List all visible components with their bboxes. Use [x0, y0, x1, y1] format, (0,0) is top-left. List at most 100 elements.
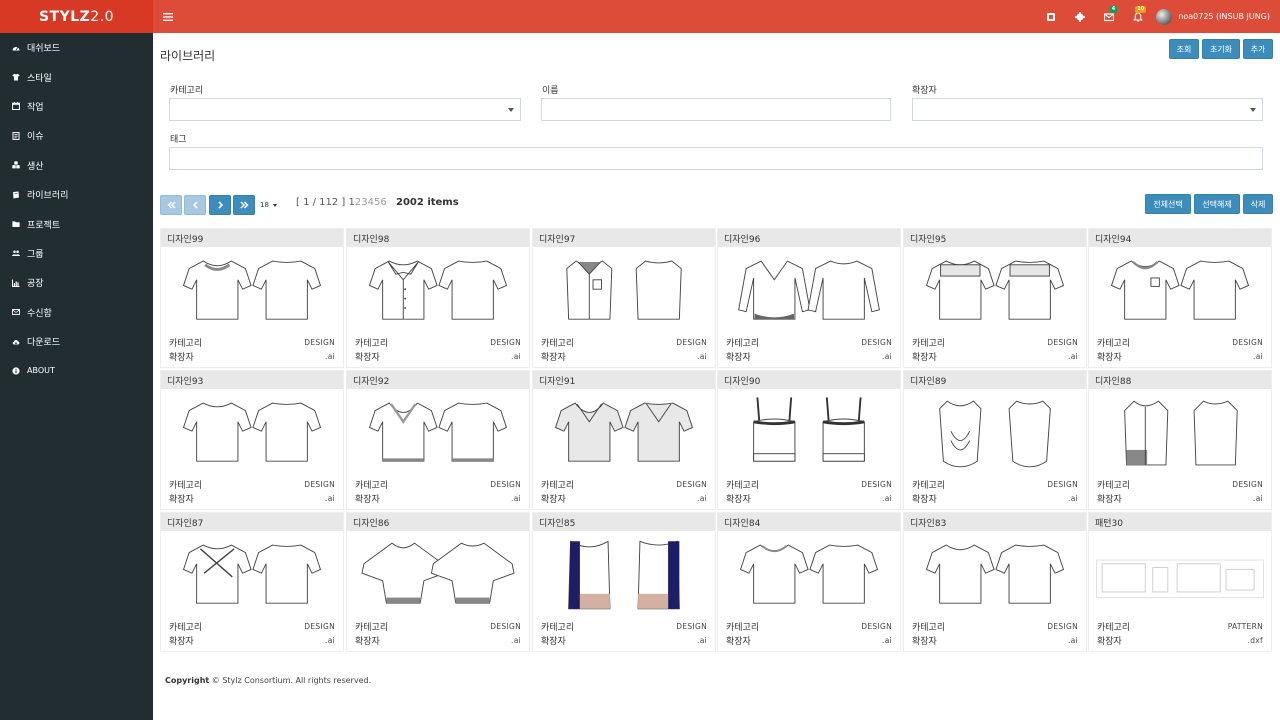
- card-thumbnail[interactable]: [161, 533, 343, 619]
- library-card[interactable]: 디자인97 카테고리 DESIGN 확장자 .ai: [532, 228, 716, 368]
- library-card[interactable]: 디자인93 카테고리 DESIGN 확장자 .ai: [160, 370, 344, 510]
- card-title-text: 디자인98: [353, 234, 390, 245]
- bell-icon[interactable]: 10: [1123, 0, 1152, 33]
- extension-select[interactable]: [912, 98, 1263, 121]
- card-title[interactable]: 디자인94: [1089, 229, 1271, 247]
- library-card[interactable]: 디자인94 카테고리 DESIGN 확장자 .ai: [1088, 228, 1272, 368]
- card-title[interactable]: 디자인89: [904, 371, 1086, 389]
- library-card[interactable]: 디자인88 카테고리 DESIGN 확장자 .ai: [1088, 370, 1272, 510]
- library-card[interactable]: 디자인84 카테고리 DESIGN 확장자 .ai: [717, 512, 901, 652]
- sidebar-item-production[interactable]: 생산: [0, 151, 153, 180]
- deselect-button[interactable]: 선택해제: [1194, 194, 1240, 214]
- next-page-button[interactable]: [209, 195, 231, 215]
- sidebar-item-issue[interactable]: 이슈: [0, 121, 153, 150]
- page-size-select[interactable]: 18: [258, 195, 285, 215]
- card-title[interactable]: 디자인96: [718, 229, 900, 247]
- card-thumbnail[interactable]: [347, 249, 529, 335]
- library-card[interactable]: 디자인85 카테고리 DESIGN 확장자 .ai: [532, 512, 716, 652]
- card-thumbnail[interactable]: [904, 249, 1086, 335]
- card-extension-label: 확장자: [1097, 636, 1122, 647]
- card-thumbnail[interactable]: [718, 249, 900, 335]
- library-card[interactable]: 디자인87 카테고리 DESIGN 확장자 .ai: [160, 512, 344, 652]
- card-title[interactable]: 디자인85: [533, 513, 715, 531]
- card-title[interactable]: 패턴30: [1089, 513, 1271, 531]
- library-card[interactable]: 디자인99 카테고리 DESIGN 확장자 .ai: [160, 228, 344, 368]
- sidebar-item-style[interactable]: 스타일: [0, 62, 153, 91]
- card-title[interactable]: 디자인98: [347, 229, 529, 247]
- library-card[interactable]: 디자인98 카테고리 DESIGN 확장자 .ai: [346, 228, 530, 368]
- library-card[interactable]: 디자인83 카테고리 DESIGN 확장자 .ai: [903, 512, 1087, 652]
- top-navbar: 4 10 noa0725 (INSUB JUNG): [153, 0, 1280, 33]
- card-title[interactable]: 디자인90: [718, 371, 900, 389]
- name-input[interactable]: [541, 98, 891, 121]
- page-link[interactable]: 6: [380, 197, 386, 208]
- library-card[interactable]: 디자인91 카테고리 DESIGN 확장자 .ai: [532, 370, 716, 510]
- user-menu[interactable]: noa0725 (INSUB JUNG): [1156, 8, 1270, 25]
- tag-input[interactable]: [169, 147, 1263, 170]
- mail-icon[interactable]: 4: [1094, 0, 1123, 33]
- card-extension-row: 확장자 .ai: [726, 634, 892, 647]
- card-title[interactable]: 디자인91: [533, 371, 715, 389]
- prev-page-button[interactable]: [184, 195, 206, 215]
- card-thumbnail[interactable]: [1089, 533, 1271, 619]
- add-button[interactable]: 추가: [1243, 39, 1273, 59]
- sidebar-item-task[interactable]: 작업: [0, 92, 153, 121]
- card-title[interactable]: 디자인97: [533, 229, 715, 247]
- card-category-row: 카테고리 DESIGN: [169, 478, 335, 491]
- reset-button[interactable]: 초기화: [1202, 39, 1240, 59]
- card-title[interactable]: 디자인84: [718, 513, 900, 531]
- sidebar-item-about[interactable]: ABOUT: [0, 356, 153, 385]
- card-thumbnail[interactable]: [161, 391, 343, 477]
- sidebar-item-dashboard[interactable]: 대쉬보드: [0, 33, 153, 62]
- sidebar-item-factory[interactable]: 공장: [0, 268, 153, 297]
- card-extension-row: 확장자 .ai: [541, 492, 707, 505]
- sidebar-item-library[interactable]: 라이브러리: [0, 180, 153, 209]
- card-thumbnail[interactable]: [533, 391, 715, 477]
- library-card[interactable]: 디자인86 카테고리 DESIGN 확장자 .ai: [346, 512, 530, 652]
- card-title[interactable]: 디자인99: [161, 229, 343, 247]
- library-card[interactable]: 디자인90 카테고리 DESIGN 확장자 .ai: [717, 370, 901, 510]
- delete-button[interactable]: 삭제: [1243, 194, 1273, 214]
- card-extension-label: 확장자: [1097, 352, 1122, 363]
- card-thumbnail[interactable]: [904, 533, 1086, 619]
- card-thumbnail[interactable]: [1089, 249, 1271, 335]
- brand-logo[interactable]: STYLZ 2.0: [0, 0, 153, 33]
- sidebar-item-inbox[interactable]: 수신함: [0, 298, 153, 327]
- card-title[interactable]: 디자인86: [347, 513, 529, 531]
- card-thumbnail[interactable]: [347, 391, 529, 477]
- card-thumbnail[interactable]: [347, 533, 529, 619]
- card-category-value: PATTERN: [1227, 621, 1263, 631]
- sidebar-item-project[interactable]: 프로젝트: [0, 209, 153, 238]
- card-title[interactable]: 디자인92: [347, 371, 529, 389]
- card-thumbnail[interactable]: [533, 249, 715, 335]
- card-thumbnail[interactable]: [718, 391, 900, 477]
- card-category-row: 카테고리 PATTERN: [1097, 620, 1263, 633]
- footer: Copyright © Stylz Consortium. All rights…: [165, 676, 371, 685]
- library-card[interactable]: 디자인89 카테고리 DESIGN 확장자 .ai: [903, 370, 1087, 510]
- card-thumbnail[interactable]: [1089, 391, 1271, 477]
- search-button[interactable]: 조회: [1169, 39, 1199, 59]
- card-extension-row: 확장자 .ai: [541, 634, 707, 647]
- card-thumbnail[interactable]: [904, 391, 1086, 477]
- gear-icon[interactable]: [1065, 0, 1094, 33]
- category-select[interactable]: [169, 98, 521, 121]
- card-title[interactable]: 디자인83: [904, 513, 1086, 531]
- card-thumbnail[interactable]: [533, 533, 715, 619]
- first-page-button[interactable]: [160, 195, 182, 215]
- card-thumbnail[interactable]: [718, 533, 900, 619]
- library-card[interactable]: 디자인92 카테고리 DESIGN 확장자 .ai: [346, 370, 530, 510]
- sidebar-item-download[interactable]: 다운로드: [0, 327, 153, 356]
- card-title[interactable]: 디자인95: [904, 229, 1086, 247]
- language-icon[interactable]: [1036, 0, 1065, 33]
- sidebar-item-group[interactable]: 그룹: [0, 239, 153, 268]
- card-title[interactable]: 디자인87: [161, 513, 343, 531]
- card-title[interactable]: 디자인88: [1089, 371, 1271, 389]
- select-all-button[interactable]: 전체선택: [1145, 194, 1191, 214]
- menu-toggle-icon[interactable]: [153, 0, 183, 33]
- card-title[interactable]: 디자인93: [161, 371, 343, 389]
- last-page-button[interactable]: [233, 195, 255, 215]
- library-card[interactable]: 디자인95 카테고리 DESIGN 확장자 .ai: [903, 228, 1087, 368]
- card-thumbnail[interactable]: [161, 249, 343, 335]
- library-card[interactable]: 패턴30 카테고리 PATTERN 확장자 .dxf: [1088, 512, 1272, 652]
- library-card[interactable]: 디자인96 카테고리 DESIGN 확장자 .ai: [717, 228, 901, 368]
